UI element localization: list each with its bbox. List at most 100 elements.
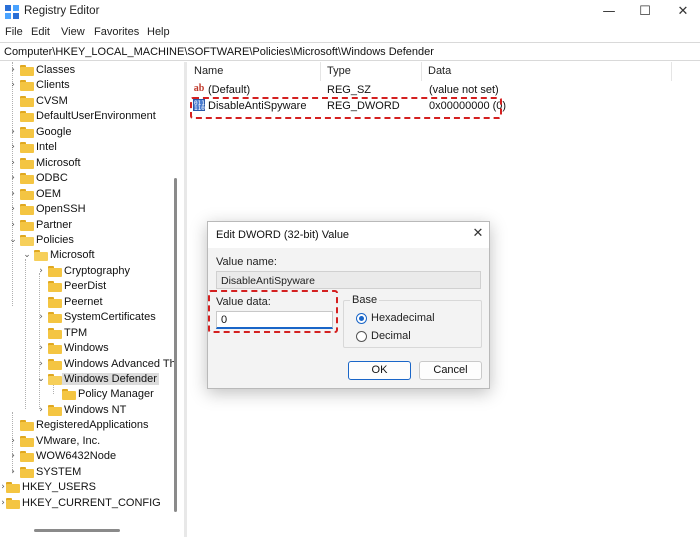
- chevron-right-icon[interactable]: ›: [36, 358, 46, 370]
- chevron-right-icon[interactable]: ›: [8, 450, 18, 462]
- tree-item-tpm[interactable]: TPM: [0, 326, 182, 341]
- tree-item-clients[interactable]: › Clients: [0, 78, 182, 93]
- chevron-right-icon[interactable]: [8, 110, 18, 122]
- menu-help[interactable]: Help: [147, 26, 170, 38]
- cancel-button[interactable]: Cancel: [419, 361, 482, 380]
- maximize-button[interactable]: ☐: [630, 2, 660, 22]
- column-header-data[interactable]: Data: [422, 62, 672, 81]
- value-row-default[interactable]: ab (Default) REG_SZ (value not set): [188, 82, 668, 98]
- chevron-right-icon[interactable]: [50, 388, 60, 400]
- hexadecimal-radio[interactable]: [356, 313, 367, 324]
- tree-item-policy-manager[interactable]: Policy Manager: [0, 387, 182, 402]
- tree-item-odbc[interactable]: › ODBC: [0, 171, 182, 186]
- tree-item-label: Clients: [36, 79, 70, 92]
- tree-item-peerdist[interactable]: PeerDist: [0, 279, 182, 294]
- folder-body: [20, 97, 34, 107]
- menu-file[interactable]: File: [5, 26, 23, 38]
- tree-item-peernet[interactable]: Peernet: [0, 295, 182, 310]
- chevron-right-icon[interactable]: ›: [8, 203, 18, 215]
- chevron-right-icon[interactable]: [36, 296, 46, 308]
- folder-icon: [20, 219, 34, 231]
- chevron-right-icon[interactable]: [8, 419, 18, 431]
- dialog-close-icon[interactable]: ✕: [470, 226, 486, 242]
- chevron-down-icon[interactable]: ⌄: [36, 373, 46, 385]
- folder-body: [20, 159, 34, 169]
- tree-item-google[interactable]: › Google: [0, 125, 182, 140]
- tree-item-system[interactable]: › SYSTEM: [0, 465, 182, 480]
- chevron-right-icon[interactable]: ›: [8, 79, 18, 91]
- tree-item-windows-advanced-th[interactable]: › Windows Advanced Th: [0, 357, 182, 372]
- menu-favorites[interactable]: Favorites: [94, 26, 139, 38]
- chevron-right-icon[interactable]: ›: [8, 64, 18, 76]
- tree-item-openssh[interactable]: › OpenSSH: [0, 202, 182, 217]
- chevron-right-icon[interactable]: ›: [8, 172, 18, 184]
- chevron-right-icon[interactable]: ›: [36, 404, 46, 416]
- folder-icon: [20, 173, 34, 185]
- folder-icon: [62, 389, 76, 401]
- tree-vertical-scrollbar[interactable]: [174, 178, 177, 512]
- dialog-title-bar: Edit DWORD (32-bit) Value ✕: [208, 222, 489, 248]
- tree-item-label: VMware, Inc.: [36, 434, 101, 447]
- chevron-right-icon[interactable]: [36, 327, 46, 339]
- chevron-right-icon[interactable]: [8, 95, 18, 107]
- tree-item-microsoft[interactable]: › Microsoft: [0, 156, 182, 171]
- tree-item-label: Windows Advanced Th: [64, 357, 176, 370]
- chevron-right-icon[interactable]: ›: [36, 342, 46, 354]
- tree-item-partner[interactable]: › Partner: [0, 218, 182, 233]
- folder-icon: [20, 451, 34, 463]
- chevron-right-icon[interactable]: ›: [8, 466, 18, 478]
- tree-item-hkey-current-config[interactable]: › HKEY_CURRENT_CONFIG: [0, 496, 182, 511]
- column-header-type[interactable]: Type: [321, 62, 422, 81]
- tree-item-systemcertificates[interactable]: › SystemCertificates: [0, 310, 182, 325]
- address-path[interactable]: Computer\HKEY_LOCAL_MACHINE\SOFTWARE\Pol…: [4, 46, 434, 58]
- tree-item-microsoft[interactable]: ⌄ Microsoft: [0, 248, 182, 263]
- tree-item-hkey-users[interactable]: › HKEY_USERS: [0, 480, 182, 495]
- folder-icon: [20, 188, 34, 200]
- folder-icon: [20, 420, 34, 432]
- tree-item-oem[interactable]: › OEM: [0, 187, 182, 202]
- tree-item-windows-nt[interactable]: › Windows NT: [0, 403, 182, 418]
- pane-splitter[interactable]: [184, 62, 187, 537]
- tree-item-label: TPM: [64, 326, 88, 339]
- tree-item-cryptography[interactable]: › Cryptography: [0, 264, 182, 279]
- window-title: Registry Editor: [24, 5, 100, 17]
- tree-horizontal-scrollbar[interactable]: [34, 529, 120, 532]
- tree-item-vmware-inc[interactable]: › VMware, Inc.: [0, 434, 182, 449]
- close-button[interactable]: ✕: [668, 2, 698, 22]
- tree-item-classes[interactable]: › Classes: [0, 63, 182, 78]
- decimal-radio[interactable]: [356, 331, 367, 342]
- chevron-right-icon[interactable]: ›: [8, 435, 18, 447]
- tree-item-windows[interactable]: › Windows: [0, 341, 182, 356]
- column-header-name[interactable]: Name: [188, 62, 321, 81]
- minimize-button[interactable]: —: [594, 2, 624, 22]
- address-bar[interactable]: Computer\HKEY_LOCAL_MACHINE\SOFTWARE\Pol…: [0, 42, 700, 61]
- chevron-right-icon[interactable]: ›: [8, 188, 18, 200]
- tree-item-intel[interactable]: › Intel: [0, 140, 182, 155]
- tree-item-label: OEM: [36, 187, 62, 200]
- tree-item-registeredapplications[interactable]: RegisteredApplications: [0, 418, 182, 433]
- folder-body: [6, 484, 20, 494]
- tree-item-defaultuserenvironment[interactable]: DefaultUserEnvironment: [0, 109, 182, 124]
- tree-item-wow6432node[interactable]: › WOW6432Node: [0, 449, 182, 464]
- chevron-down-icon[interactable]: ⌄: [8, 234, 18, 246]
- chevron-right-icon[interactable]: ›: [8, 126, 18, 138]
- tree-item-policies[interactable]: ⌄ Policies: [0, 233, 182, 248]
- string-value-icon: ab: [193, 83, 205, 94]
- hexadecimal-label[interactable]: Hexadecimal: [371, 312, 435, 324]
- menu-view[interactable]: View: [61, 26, 85, 38]
- tree-item-cvsm[interactable]: CVSM: [0, 94, 182, 109]
- chevron-right-icon[interactable]: ›: [36, 311, 46, 323]
- tree-item-label: Policy Manager: [78, 388, 154, 401]
- menu-edit[interactable]: Edit: [31, 26, 50, 38]
- registry-tree[interactable]: › Classes › Clients CVSM DefaultUserEnvironme…: [0, 62, 182, 537]
- chevron-down-icon[interactable]: ⌄: [22, 249, 32, 261]
- chevron-right-icon[interactable]: ›: [36, 265, 46, 277]
- chevron-right-icon[interactable]: ›: [8, 219, 18, 231]
- ok-button[interactable]: OK: [348, 361, 411, 380]
- chevron-right-icon[interactable]: ›: [8, 157, 18, 169]
- folder-body: [20, 422, 34, 432]
- decimal-label[interactable]: Decimal: [371, 330, 411, 342]
- tree-item-windows-defender[interactable]: ⌄ Windows Defender: [0, 372, 182, 387]
- chevron-right-icon[interactable]: [36, 280, 46, 292]
- chevron-right-icon[interactable]: ›: [8, 141, 18, 153]
